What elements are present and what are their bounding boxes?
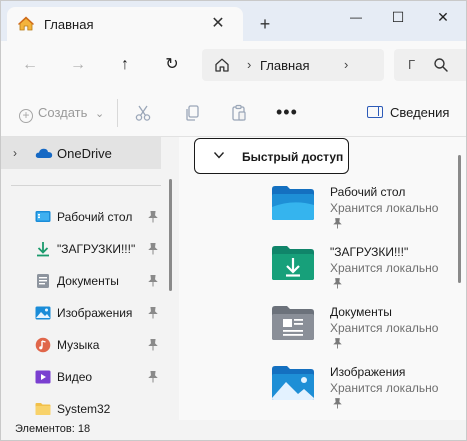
new-tab-button[interactable]: + — [254, 13, 276, 35]
sidebar-item-label: System32 — [57, 402, 111, 416]
address-home-icon[interactable] — [214, 57, 230, 73]
documents-icon — [37, 274, 49, 288]
sidebar-item-label: Видео — [57, 370, 93, 384]
title-bar: Главная ✕ + — ☐ ✕ — [1, 1, 466, 41]
navigation-pane: › OneDrive Рабочий стол "ЗАГРУЗКИ!!!" До… — [1, 137, 173, 420]
pin-icon — [333, 398, 342, 409]
forward-button[interactable]: → — [66, 53, 90, 77]
command-bar: + Создать ⌄ ••• Сведения — [1, 89, 466, 137]
create-label: Создать — [38, 105, 88, 120]
sidebar-item-downloads[interactable]: "ЗАГРУЗКИ!!!" — [1, 233, 166, 265]
paste-icon[interactable] — [230, 104, 248, 122]
downloads-folder-icon — [272, 246, 314, 280]
tab-home[interactable]: Главная ✕ — [7, 7, 243, 41]
sidebar-item-label: Музыка — [57, 338, 100, 352]
pin-icon[interactable] — [148, 339, 158, 351]
minimize-button[interactable]: — — [338, 5, 374, 29]
create-button[interactable]: + Создать ⌄ — [19, 105, 104, 123]
search-box[interactable]: Г — [394, 49, 466, 81]
more-options-button[interactable]: ••• — [276, 102, 298, 123]
pin-icon[interactable] — [148, 307, 158, 319]
tab-title: Главная — [44, 17, 94, 32]
item-status: Хранится локально — [330, 381, 439, 395]
item-name: Документы — [330, 305, 392, 319]
quick-access-item-downloads[interactable]: "ЗАГРУЗКИ!!!" Хранится локально — [271, 245, 461, 305]
file-explorer-window: Главная ✕ + — ☐ ✕ ← → ↑ ↻ › Главная › Г — [0, 0, 467, 441]
documents-folder-icon — [272, 306, 314, 340]
pin-icon — [333, 218, 342, 229]
sidebar-item-onedrive[interactable]: › OneDrive — [1, 137, 161, 169]
item-status: Хранится локально — [330, 261, 439, 275]
sidebar-item-documents[interactable]: Документы — [1, 265, 166, 297]
copy-icon[interactable] — [183, 104, 201, 122]
item-status: Хранится локально — [330, 321, 439, 335]
quick-access-item-pictures[interactable]: Изображения Хранится локально — [271, 365, 461, 425]
breadcrumb-separator[interactable]: › — [247, 57, 251, 72]
cut-icon[interactable] — [134, 104, 152, 122]
item-name: Изображения — [330, 365, 406, 379]
pin-icon[interactable] — [148, 243, 158, 255]
pin-icon[interactable] — [148, 371, 158, 383]
close-window-button[interactable]: ✕ — [425, 5, 461, 29]
chevron-down-icon[interactable] — [213, 149, 225, 161]
address-bar[interactable]: › Главная › — [202, 49, 384, 81]
tab-close-button[interactable]: ✕ — [207, 13, 229, 35]
sidebar-item-label: Изображения — [57, 306, 133, 320]
sidebar-item-label: Рабочий стол — [57, 210, 133, 224]
pin-icon[interactable] — [148, 275, 158, 287]
item-name: "ЗАГРУЗКИ!!!" — [330, 245, 409, 259]
status-bar: Элементов: 18 — [1, 420, 466, 440]
back-button[interactable]: ← — [18, 53, 42, 77]
sidebar-scrollbar[interactable] — [169, 179, 172, 291]
sidebar-item-label: "ЗАГРУЗКИ!!!" — [57, 242, 136, 256]
search-icon — [434, 58, 448, 72]
search-input[interactable]: Г — [408, 57, 415, 72]
maximize-button[interactable]: ☐ — [380, 5, 416, 29]
expand-chevron-icon[interactable]: › — [13, 146, 17, 160]
sidebar-item-label: OneDrive — [57, 146, 112, 161]
video-icon — [35, 370, 51, 384]
navigation-bar: ← → ↑ ↻ › Главная › Г — [1, 41, 466, 89]
content-pane: Быстрый доступ Рабочий стол Хранится лок… — [179, 137, 466, 420]
sidebar-item-desktop[interactable]: Рабочий стол — [1, 201, 166, 233]
toolbar-divider — [117, 99, 118, 127]
item-name: Рабочий стол — [330, 185, 406, 199]
content-scrollbar[interactable] — [458, 155, 461, 283]
music-icon — [35, 337, 51, 353]
sidebar-item-video[interactable]: Видео — [1, 361, 166, 393]
section-title: Быстрый доступ — [242, 150, 344, 164]
pin-icon[interactable] — [148, 211, 158, 223]
sidebar-item-pictures[interactable]: Изображения — [1, 297, 166, 329]
quick-access-item-desktop[interactable]: Рабочий стол Хранится локально — [271, 185, 461, 245]
item-status: Хранится локально — [330, 201, 439, 215]
up-button[interactable]: ↑ — [113, 53, 137, 77]
chevron-down-icon: ⌄ — [95, 108, 105, 120]
refresh-button[interactable]: ↻ — [160, 53, 184, 77]
pictures-icon — [35, 306, 51, 320]
sidebar-item-music[interactable]: Музыка — [1, 329, 166, 361]
quick-access-item-documents[interactable]: Документы Хранится локально — [271, 305, 461, 365]
breadcrumb-separator-end[interactable]: › — [344, 57, 348, 72]
pictures-folder-icon — [272, 366, 314, 400]
pin-icon — [333, 338, 342, 349]
download-icon — [37, 242, 49, 257]
home-icon — [18, 16, 34, 31]
item-count: Элементов: 18 — [15, 423, 91, 435]
desktop-icon — [35, 211, 51, 222]
details-button[interactable]: Сведения — [367, 105, 449, 120]
details-pane-icon — [367, 106, 383, 118]
cloud-icon — [35, 148, 53, 158]
desktop-folder-icon — [272, 186, 314, 220]
details-label: Сведения — [390, 105, 450, 120]
breadcrumb-home[interactable]: Главная — [260, 58, 309, 73]
plus-icon: + — [19, 109, 33, 123]
sidebar-item-label: Документы — [57, 274, 119, 288]
pin-icon — [333, 278, 342, 289]
quick-access-header[interactable]: Быстрый доступ — [194, 138, 349, 174]
folder-icon — [35, 403, 51, 415]
sidebar-divider — [11, 185, 161, 186]
